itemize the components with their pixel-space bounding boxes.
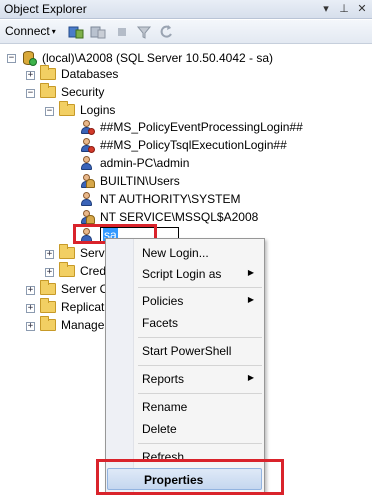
folder-icon xyxy=(59,244,75,259)
object-explorer-toolbar: Connect ▾ xyxy=(0,20,372,44)
submenu-arrow-icon: ▶ xyxy=(247,373,254,382)
login-label: ##MS_PolicyEventProcessingLogin## xyxy=(100,120,303,134)
tree-node-logins[interactable]: Logins xyxy=(59,101,115,119)
panel-title: Object Explorer xyxy=(4,2,87,16)
menu-item-label: Rename xyxy=(142,400,188,414)
expand-replication-icon[interactable]: + xyxy=(26,304,35,313)
menu-item-label: Script Login as xyxy=(142,267,222,281)
menu-separator xyxy=(138,443,262,444)
replication-label: Replicat xyxy=(61,300,105,314)
menu-item-label: Policies xyxy=(142,294,184,308)
folder-icon xyxy=(40,65,56,80)
login-label: NT SERVICE\MSSQL$A2008 xyxy=(100,210,259,224)
folder-icon xyxy=(40,316,56,331)
login-denied-icon xyxy=(79,119,95,135)
expand-server-roles-icon[interactable]: + xyxy=(45,250,54,259)
filter-icon[interactable] xyxy=(136,24,152,40)
tree-node-login[interactable]: NT AUTHORITY\SYSTEM xyxy=(79,190,240,208)
menu-separator xyxy=(138,287,262,288)
expand-databases-icon[interactable]: + xyxy=(26,71,35,80)
management-label: Manage xyxy=(61,318,105,332)
folder-icon xyxy=(40,280,56,295)
tree-node-management[interactable]: Manage xyxy=(40,316,104,334)
menu-item-label: Reports xyxy=(142,372,185,386)
connect-object-explorer-icon[interactable] xyxy=(68,24,84,40)
tree-node-login[interactable]: admin-PC\admin xyxy=(79,154,189,172)
close-icon[interactable]: ✕ xyxy=(354,1,370,17)
menu-item-new-login[interactable]: New Login... xyxy=(106,242,264,264)
connect-button[interactable]: Connect ▾ xyxy=(5,24,56,38)
menu-item-reports[interactable]: Reports ▶ xyxy=(106,368,264,390)
security-label: Security xyxy=(61,85,105,99)
tree-node-credentials[interactable]: Cred xyxy=(59,262,106,280)
folder-icon xyxy=(40,298,56,313)
login-label: BUILTIN\Users xyxy=(100,174,180,188)
expand-server-objects-icon[interactable]: + xyxy=(26,286,35,295)
collapse-logins-icon[interactable]: − xyxy=(45,107,54,116)
expand-credentials-icon[interactable]: + xyxy=(45,268,54,277)
tree-node-replication[interactable]: Replicat xyxy=(40,298,104,316)
disconnect-icon[interactable] xyxy=(90,24,106,40)
menu-item-facets[interactable]: Facets xyxy=(106,312,264,334)
login-label: admin-PC\admin xyxy=(100,156,190,170)
login-user-icon xyxy=(79,155,95,171)
menu-item-label: Delete xyxy=(142,422,177,436)
window-position-icon[interactable]: ▾ xyxy=(318,1,334,17)
menu-item-start-powershell[interactable]: Start PowerShell xyxy=(106,340,264,362)
menu-separator xyxy=(138,393,262,394)
tree-node-login[interactable]: BUILTIN\Users xyxy=(79,172,180,190)
folder-icon xyxy=(59,101,75,116)
login-group-icon xyxy=(79,209,95,225)
submenu-arrow-icon: ▶ xyxy=(247,295,254,304)
folder-icon xyxy=(40,83,56,98)
collapse-server-icon[interactable]: − xyxy=(7,54,16,63)
tree-node-security[interactable]: Security xyxy=(40,83,104,101)
menu-item-script-login-as[interactable]: Script Login as ▶ xyxy=(106,263,264,285)
login-group-icon xyxy=(79,173,95,189)
context-menu: New Login... Script Login as ▶ Policies … xyxy=(105,238,265,495)
menu-item-label: Facets xyxy=(142,316,179,330)
server-label: (local)\A2008 (SQL Server 10.50.4042 - s… xyxy=(42,51,274,65)
login-label: NT AUTHORITY\SYSTEM xyxy=(100,192,241,206)
menu-separator xyxy=(138,365,262,366)
login-denied-icon xyxy=(79,137,95,153)
auto-hide-pin-icon[interactable]: ⊥ xyxy=(336,1,352,17)
folder-icon xyxy=(59,262,75,277)
collapse-security-icon[interactable]: − xyxy=(26,89,35,98)
login-label: ##MS_PolicyTsqlExecutionLogin## xyxy=(100,138,287,152)
server-objects-label: Server O xyxy=(61,282,110,296)
menu-item-rename[interactable]: Rename xyxy=(106,396,264,418)
login-user-icon xyxy=(79,191,95,207)
stop-icon[interactable] xyxy=(114,24,130,40)
menu-item-delete[interactable]: Delete xyxy=(106,418,264,440)
object-explorer-titlebar: Object Explorer ▾ ⊥ ✕ xyxy=(0,0,372,19)
menu-item-label: Start PowerShell xyxy=(142,344,232,358)
submenu-arrow-icon: ▶ xyxy=(247,268,254,277)
refresh-icon[interactable] xyxy=(158,24,174,40)
menu-item-label: New Login... xyxy=(142,246,209,260)
database-server-icon xyxy=(21,50,37,66)
tree-node-server-roles[interactable]: Serve xyxy=(59,244,111,262)
tree-node-databases[interactable]: Databases xyxy=(40,65,118,83)
logins-label: Logins xyxy=(80,103,116,117)
databases-label: Databases xyxy=(61,67,119,81)
expand-management-icon[interactable]: + xyxy=(26,322,35,331)
tree-node-server-objects[interactable]: Server O xyxy=(40,280,109,298)
menu-separator xyxy=(138,337,262,338)
menu-item-policies[interactable]: Policies ▶ xyxy=(106,290,264,312)
tree-node-login[interactable]: ##MS_PolicyEventProcessingLogin## xyxy=(79,118,303,136)
connect-label: Connect xyxy=(5,24,50,38)
chevron-down-icon: ▾ xyxy=(51,27,56,36)
tree-node-login[interactable]: ##MS_PolicyTsqlExecutionLogin## xyxy=(79,136,287,154)
credentials-label: Cred xyxy=(80,264,107,278)
annotation-highlight-properties xyxy=(96,459,284,495)
